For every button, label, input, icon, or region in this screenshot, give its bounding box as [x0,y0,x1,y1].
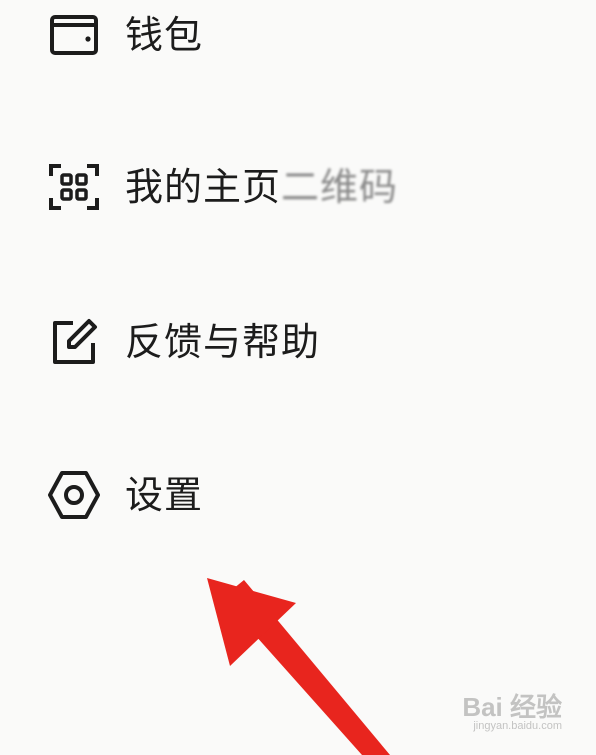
menu-item-label: 设置 [125,473,204,517]
edit-icon [44,312,104,372]
watermark-site: jingyan.baidu.com [473,719,562,732]
watermark-brand: Bai 经验 [462,691,562,722]
menu-item-label-main: 我的主页 [125,165,282,209]
menu-item-label: 我的主页二维码 [125,168,398,206]
menu-item-feedback[interactable]: 反馈与帮助 [0,287,596,397]
menu-list: 钱包 我的主页二维码 反馈与帮助 设置 [0,0,596,755]
watermark: Bai 经验 jingyan.baidu.com [462,694,562,733]
gear-icon [44,465,104,525]
menu-item-wallet[interactable]: 钱包 [0,0,596,90]
menu-item-qrcode[interactable]: 我的主页二维码 [0,132,596,242]
qrcode-icon [44,157,104,217]
menu-item-label: 反馈与帮助 [125,320,321,364]
menu-item-label: 钱包 [125,13,204,57]
wallet-icon [44,5,104,65]
menu-item-label-tail: 二维码 [281,165,399,209]
menu-item-settings[interactable]: 设置 [0,440,596,550]
